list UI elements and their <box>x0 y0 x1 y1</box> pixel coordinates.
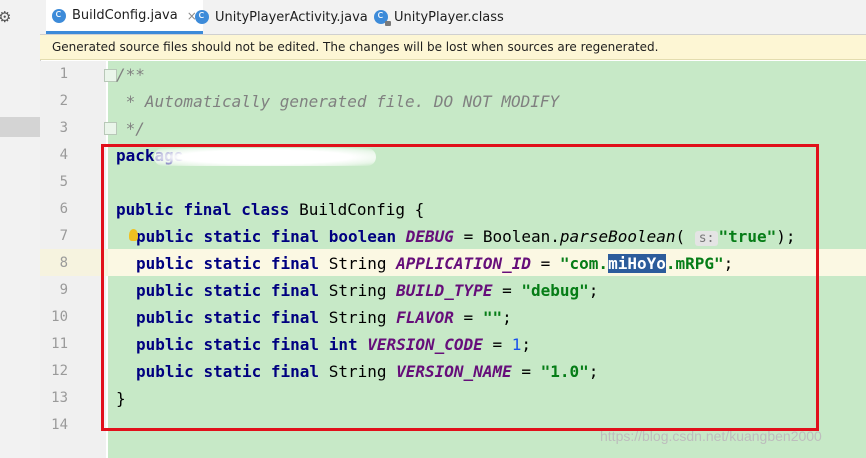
comment: */ <box>116 119 145 138</box>
tab-buildconfig[interactable]: BuildConfig.java × <box>46 0 203 34</box>
watermark: https://blog.csdn.net/kuangben2000 <box>600 428 822 444</box>
comment: * Automatically generated file. DO NOT M… <box>116 92 560 111</box>
tab-unityplayeractivity[interactable]: UnityPlayerActivity.java × <box>195 0 387 34</box>
tab-unityplayer-class[interactable]: UnityPlayer.class <box>374 0 504 34</box>
line-number: 10 <box>51 309 68 325</box>
code-line-2: * Automatically generated file. DO NOT M… <box>116 88 559 115</box>
line-number: 12 <box>51 363 68 379</box>
line-number: 11 <box>51 336 68 352</box>
editor-tab-bar: BuildConfig.java × UnityPlayerActivity.j… <box>40 0 866 35</box>
comment: /** <box>116 65 145 84</box>
gear-icon[interactable]: ⚙ <box>0 9 11 25</box>
line-number: 2 <box>59 93 68 109</box>
line-number: 4 <box>59 147 68 163</box>
line-number: 9 <box>59 282 68 298</box>
line-number: 5 <box>59 174 68 190</box>
code-line-3: */ <box>116 115 145 142</box>
java-class-icon <box>195 8 209 24</box>
highlight-box <box>101 144 819 431</box>
tab-label: BuildConfig.java <box>72 8 178 23</box>
code-line-1: /** <box>116 61 145 88</box>
compiled-class-icon <box>374 8 391 26</box>
generated-source-warning-banner: Generated source files should not be edi… <box>40 35 866 60</box>
java-class-icon <box>52 7 66 23</box>
line-number: 7 <box>59 228 68 244</box>
tab-label: UnityPlayer.class <box>394 9 504 25</box>
line-number: 14 <box>51 417 68 433</box>
project-tree-selection[interactable] <box>0 117 40 137</box>
line-number: 8 <box>59 255 68 271</box>
line-number: 1 <box>59 66 68 82</box>
line-number: 6 <box>59 201 68 217</box>
left-tool-strip: ⚙ <box>0 0 41 458</box>
tab-label: UnityPlayerActivity.java <box>215 9 368 25</box>
line-number: 3 <box>59 120 68 136</box>
line-number: 13 <box>51 390 68 406</box>
banner-text: Generated source files should not be edi… <box>52 40 659 54</box>
